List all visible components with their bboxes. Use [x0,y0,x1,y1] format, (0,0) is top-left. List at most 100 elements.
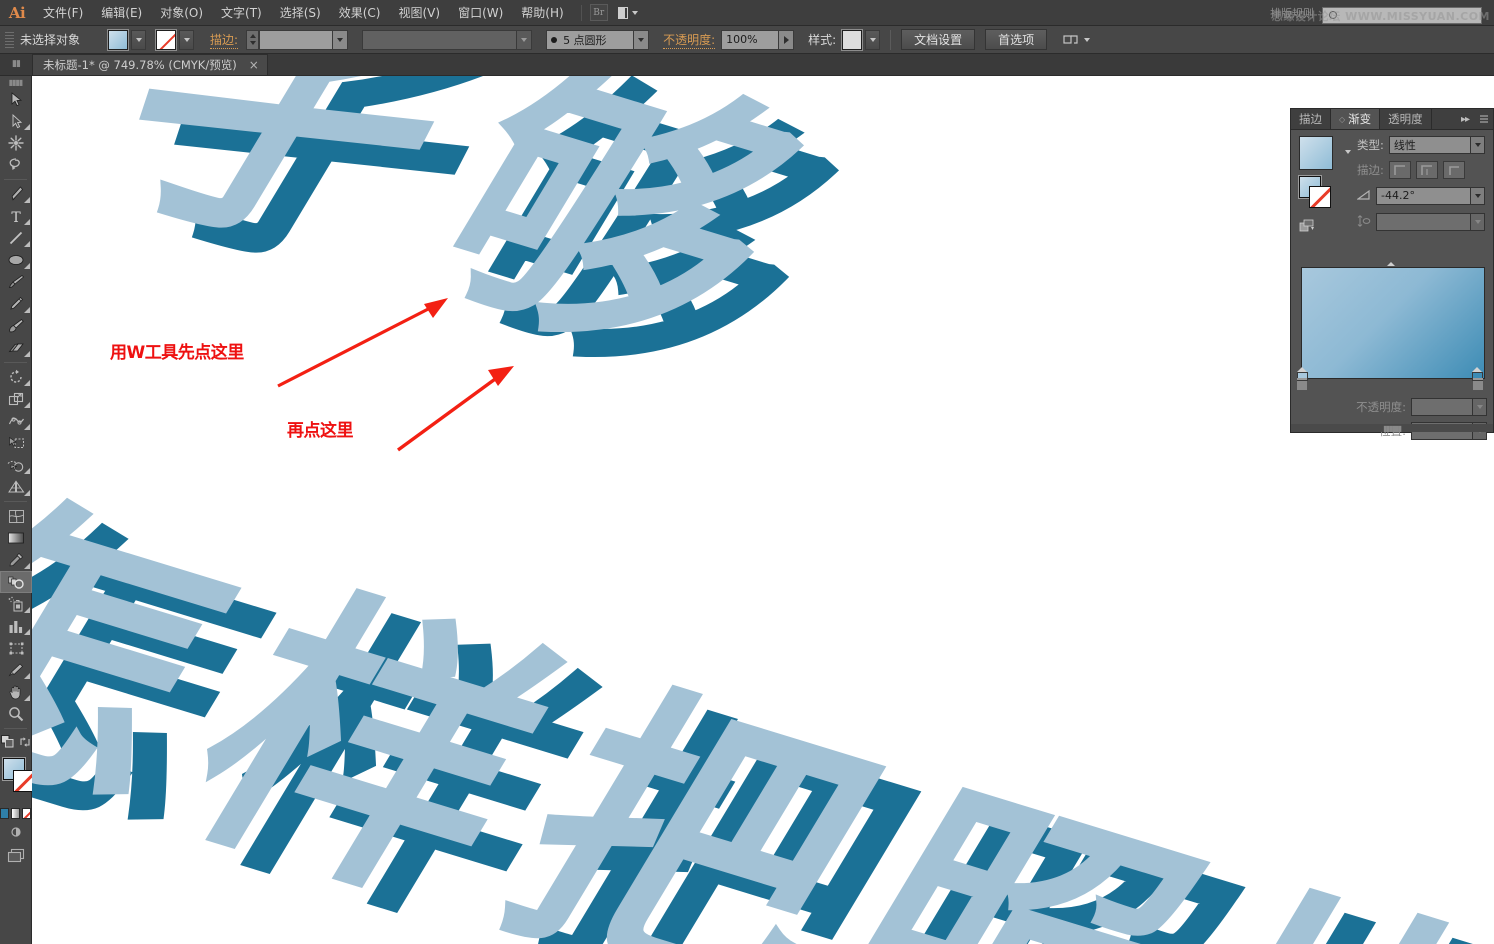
gradient-type-control[interactable]: 线性 [1388,136,1485,154]
control-bar-overflow-button[interactable] [1063,33,1091,47]
artboard-tool[interactable] [0,637,32,659]
gradient-type-dropdown[interactable] [1471,136,1485,154]
stroke-swatch[interactable] [155,28,178,51]
document-canvas[interactable]: 孑够 孑够 怎样把照片 怎样把照片 用W工具先点这里 再点这里 [32,76,1494,944]
eraser-tool[interactable] [0,337,32,359]
gradient-presets-dropdown[interactable] [1341,150,1351,154]
default-fill-stroke-button[interactable] [0,733,14,752]
drawing-mode-button[interactable] [0,825,31,838]
line-segment-tool[interactable] [0,227,32,249]
magic-wand-tool[interactable] [0,132,32,154]
type-tool[interactable]: T [0,205,32,227]
gradient-aspect-input[interactable] [1376,212,1471,231]
gradient-aspect-dropdown[interactable] [1471,212,1485,231]
tab-transparency[interactable]: 透明度 [1380,109,1432,129]
stroke-gradient-along-button[interactable] [1415,161,1438,179]
graphic-style-swatch[interactable] [841,28,864,51]
gradient-opacity-input[interactable] [1411,398,1473,416]
stroke-gradient-across-button[interactable] [1442,161,1465,179]
blend-tool[interactable] [0,571,32,593]
bridge-icon[interactable]: Br [589,4,608,21]
menu-effect[interactable]: 效果(C) [330,0,390,26]
gradient-aspect-control[interactable] [1376,212,1485,231]
direct-selection-tool[interactable] [0,110,32,132]
hand-tool[interactable] [0,681,32,703]
stroke-weight-stepper[interactable] [246,29,260,50]
gradient-tool[interactable] [0,527,32,549]
menu-help[interactable]: 帮助(H) [512,0,572,26]
graphic-style-dropdown[interactable] [865,29,881,50]
delete-stop-icon[interactable] [1473,378,1483,390]
menu-edit[interactable]: 编辑(E) [92,0,151,26]
rotate-tool[interactable] [0,366,32,388]
fill-swatch[interactable] [107,28,130,51]
none-button[interactable] [22,808,31,819]
pencil-tool[interactable] [0,293,32,315]
document-tab[interactable]: 未标题-1* @ 749.78% (CMYK/预览) × [32,54,268,75]
shape-builder-tool[interactable] [0,454,32,476]
mesh-tool[interactable] [0,505,32,527]
zoom-tool[interactable] [0,703,32,725]
delete-stop-icon[interactable] [1297,378,1307,390]
pen-tool[interactable] [0,183,32,205]
stroke-dropdown-button[interactable] [179,29,195,50]
close-icon[interactable]: × [247,59,261,71]
fill-color-control[interactable] [107,28,147,51]
width-tool[interactable] [0,410,32,432]
blob-brush-tool[interactable] [0,315,32,337]
collapse-panel-icon[interactable]: ▸▸ [1455,109,1475,129]
gradient-preview-swatch[interactable] [1299,136,1333,170]
stroke-color-control[interactable] [155,28,195,51]
ellipse-tool[interactable] [0,249,32,271]
menu-view[interactable]: 视图(V) [389,0,449,26]
gradient-button[interactable] [11,808,20,819]
column-graph-tool[interactable] [0,615,32,637]
stroke-weight-input[interactable] [259,29,334,50]
gradient-ramp[interactable] [1301,267,1485,379]
control-bar-grip[interactable] [5,30,14,50]
preferences-button[interactable]: 首选项 [985,29,1048,50]
tab-stroke[interactable]: 描边 [1291,109,1331,129]
stroke-gradient-within-button[interactable] [1388,161,1411,179]
gradient-slider[interactable] [1297,258,1485,381]
selection-tool[interactable] [0,88,32,110]
slice-tool[interactable] [0,659,32,681]
panel-resize-grip[interactable]: ▮▮▮▮▮▮ [1291,424,1493,433]
menu-window[interactable]: 窗口(W) [449,0,512,26]
stroke-profile-input[interactable] [362,29,518,50]
arrange-documents-button[interactable] [617,4,638,21]
tab-gradient[interactable]: ◇ 渐变 [1331,109,1381,129]
swap-fill-stroke-button[interactable] [19,733,31,752]
symbol-sprayer-tool[interactable] [0,593,32,615]
screen-mode-button[interactable] [0,848,31,863]
color-button[interactable] [0,808,9,819]
menu-file[interactable]: 文件(F) [34,0,92,26]
stroke-weight-control[interactable] [246,29,349,50]
menu-type[interactable]: 文字(T) [212,0,271,26]
perspective-grid-tool[interactable] [0,476,32,498]
opacity-slider-button[interactable] [779,29,795,50]
tab-bar-grip[interactable]: ▮▮ [0,53,32,75]
graphic-style-control[interactable] [841,28,881,51]
opacity-label[interactable]: 不透明度: [663,31,716,49]
document-setup-button[interactable]: 文档设置 [901,29,976,50]
gradient-type-input[interactable]: 线性 [1388,136,1471,154]
brush-definition-input[interactable]: 5 点圆形 [546,29,635,50]
fill-dropdown-button[interactable] [131,29,147,50]
stroke-weight-label[interactable]: 描边: [210,31,239,49]
stroke-profile-control[interactable] [362,29,533,50]
menu-select[interactable]: 选择(S) [271,0,330,26]
reverse-gradient-button[interactable] [1299,218,1335,237]
gradient-angle-input[interactable]: -44.2° [1376,186,1471,205]
gradient-stroke-swatch[interactable] [1309,186,1331,208]
scale-tool[interactable] [0,388,32,410]
free-transform-tool[interactable] [0,432,32,454]
eyedropper-tool[interactable] [0,549,32,571]
paintbrush-tool[interactable] [0,271,32,293]
gradient-opacity-dropdown[interactable] [1473,398,1487,416]
opacity-input[interactable]: 100% [721,29,780,50]
gradient-opacity-control[interactable] [1411,398,1487,416]
gradient-angle-control[interactable]: -44.2° [1376,186,1485,205]
brush-definition-dropdown[interactable] [634,29,650,50]
lasso-tool[interactable] [0,154,32,176]
